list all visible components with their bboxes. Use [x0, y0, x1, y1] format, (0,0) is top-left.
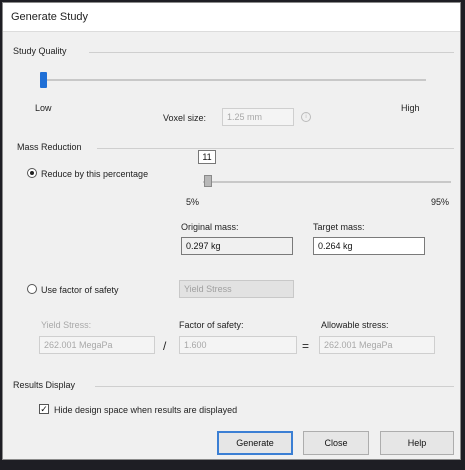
target-mass-label: Target mass: [313, 222, 365, 232]
quality-low-label: Low [35, 103, 52, 113]
divider [95, 386, 454, 387]
mass-reduction-header: Mass Reduction [17, 142, 82, 152]
info-icon: i [301, 112, 311, 122]
hide-design-space-checkbox[interactable]: ✓ [39, 404, 49, 414]
factor-of-safety-label[interactable]: Use factor of safety [41, 285, 119, 295]
reduce-percentage-label[interactable]: Reduce by this percentage [41, 169, 148, 179]
mass-min-label: 5% [186, 197, 200, 207]
yield-stress-label: Yield Stress: [41, 320, 92, 330]
original-mass-field: 0.297 kg [181, 237, 293, 255]
allowable-stress-label: Allowable stress: [321, 320, 389, 330]
allowable-stress-field: 262.001 MegaPa [319, 336, 435, 354]
help-button[interactable]: Help [380, 431, 454, 455]
divider [89, 52, 454, 53]
divider [97, 148, 454, 149]
hide-design-space-label[interactable]: Hide design space when results are displ… [54, 405, 237, 415]
voxel-size-field: 1.25 mm [222, 108, 294, 126]
mass-max-label: 95% [431, 197, 450, 207]
generate-study-dialog: Generate Study Study Quality Low High Vo… [2, 2, 461, 460]
factor-of-safety-field: 1.600 [179, 336, 297, 354]
generate-button[interactable]: Generate [217, 431, 293, 455]
study-quality-header: Study Quality [13, 46, 67, 56]
quality-slider-thumb[interactable] [40, 72, 47, 88]
divide-symbol: / [163, 339, 167, 353]
factor-of-safety-field-label: Factor of safety: [179, 320, 244, 330]
original-mass-label: Original mass: [181, 222, 239, 232]
title-bar: Generate Study [3, 3, 460, 32]
mass-slider-thumb[interactable] [204, 175, 212, 187]
target-mass-field[interactable]: 0.264 kg [313, 237, 425, 255]
voxel-size-label: Voxel size: [163, 113, 207, 123]
reduce-percentage-radio[interactable] [27, 168, 37, 178]
stress-type-dropdown: Yield Stress [179, 280, 294, 298]
percentage-tooltip: 11 [198, 150, 216, 164]
mass-slider-track[interactable] [203, 181, 451, 183]
factor-of-safety-radio[interactable] [27, 284, 37, 294]
equals-symbol: = [302, 339, 310, 353]
quality-high-label: High [401, 103, 420, 113]
quality-slider-track[interactable] [41, 79, 426, 81]
results-display-header: Results Display [13, 380, 76, 390]
yield-stress-field: 262.001 MegaPa [39, 336, 155, 354]
dialog-title: Generate Study [11, 11, 89, 23]
close-button[interactable]: Close [303, 431, 369, 455]
